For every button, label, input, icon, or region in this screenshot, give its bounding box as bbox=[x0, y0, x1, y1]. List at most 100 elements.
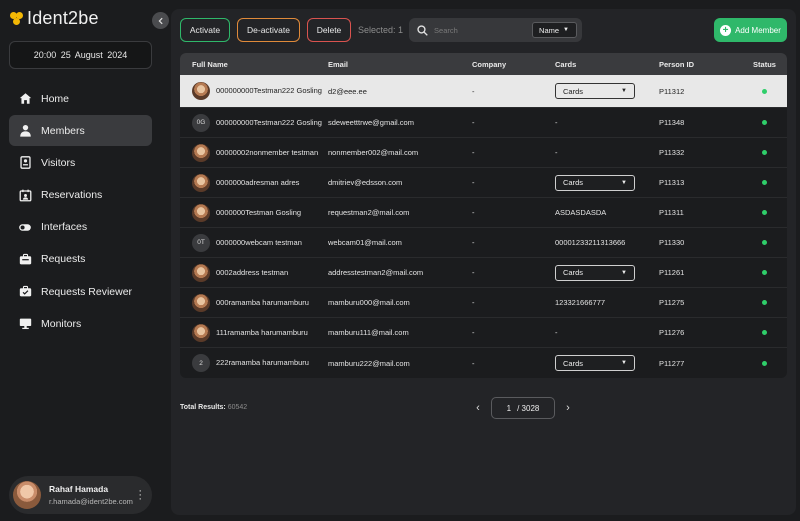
cell-cards: 123321666777 bbox=[555, 298, 659, 307]
table-row[interactable]: 2 222ramamba harumamburu mamburu222@mail… bbox=[180, 348, 787, 378]
cell-person-id: P11312 bbox=[659, 86, 685, 96]
sidebar-item-home[interactable]: Home bbox=[9, 83, 152, 114]
cell-person-id: P11261 bbox=[659, 268, 685, 277]
table-row[interactable]: 0T 0000000webcam testman webcam01@mail.c… bbox=[180, 228, 787, 258]
cell-full-name: 0000000adresman adres bbox=[180, 173, 328, 192]
table-row[interactable]: 000000000Testman222 Gosling d2@eee.ee - … bbox=[180, 75, 787, 108]
selected-count: Selected: 1 bbox=[358, 25, 404, 35]
cards-dropdown[interactable]: Cards ▼ bbox=[555, 83, 635, 99]
cell-status bbox=[742, 240, 787, 245]
sidebar-item-interfaces[interactable]: Interfaces bbox=[9, 212, 152, 243]
sidebar-item-members[interactable]: Members bbox=[9, 115, 152, 147]
members-panel: Activate De-activate Delete Selected: 1 … bbox=[171, 9, 796, 515]
cell-person-id: P11330 bbox=[659, 238, 685, 247]
cell-person-id: P11348 bbox=[659, 118, 685, 127]
collapse-sidebar-button[interactable] bbox=[152, 12, 169, 29]
activate-button[interactable]: Activate bbox=[180, 18, 230, 42]
cards-dropdown[interactable]: Cards ▼ bbox=[555, 355, 635, 371]
cards-value: 123321666777 bbox=[555, 298, 606, 307]
cell-status bbox=[742, 150, 787, 155]
avatar bbox=[192, 173, 210, 192]
cell-status bbox=[742, 120, 787, 125]
status-active-dot bbox=[762, 150, 767, 155]
cell-cards: Cards ▼ bbox=[555, 174, 659, 191]
add-member-button[interactable]: + Add Member bbox=[714, 18, 787, 42]
member-name: 0000000Testman Gosling bbox=[216, 207, 302, 217]
table-row[interactable]: 111ramamba harumamburu mamburu111@mail.c… bbox=[180, 318, 787, 348]
column-header-person-id[interactable]: Person ID bbox=[659, 60, 742, 69]
more-options-icon[interactable]: · · · bbox=[138, 486, 142, 505]
cell-email: addresstestman2@mail.com bbox=[328, 268, 424, 277]
cell-cards: - bbox=[555, 328, 659, 337]
cell-full-name: 000000000Testman222 Gosling bbox=[180, 82, 328, 100]
caret-down-icon: ▼ bbox=[621, 360, 627, 366]
cell-person-id: P11311 bbox=[659, 208, 684, 217]
avatar bbox=[192, 293, 210, 312]
member-name: 000ramamba harumamburu bbox=[216, 297, 309, 307]
user-email: r.hamada@ident2be.com bbox=[49, 497, 133, 506]
sidebar-item-visitors[interactable]: Visitors bbox=[9, 147, 152, 178]
cell-email: requestman2@mail.com bbox=[328, 208, 410, 217]
delete-button[interactable]: Delete bbox=[307, 18, 351, 42]
cell-company: - bbox=[472, 208, 475, 217]
cell-email: d2@eee.ee bbox=[328, 86, 367, 96]
sidebar-item-requests-reviewer[interactable]: Requests Reviewer bbox=[9, 276, 152, 307]
sidebar-item-label: Interfaces bbox=[41, 221, 88, 234]
cell-full-name: 0T 0000000webcam testman bbox=[180, 233, 328, 252]
cards-dropdown[interactable]: Cards ▼ bbox=[555, 174, 635, 191]
cell-full-name: 00000002nonmember testman bbox=[180, 143, 328, 162]
caret-down-icon: ▼ bbox=[621, 88, 627, 94]
cell-email: dmitriev@edsson.com bbox=[328, 178, 403, 187]
column-header-full-name[interactable]: Full Name bbox=[180, 60, 328, 69]
cards-dropdown[interactable]: Cards ▼ bbox=[555, 264, 635, 281]
total-pages: / 3028 bbox=[517, 403, 540, 413]
sidebar-item-label: Members bbox=[41, 124, 85, 137]
sidebar-item-label: Home bbox=[41, 92, 70, 105]
column-header-cards[interactable]: Cards bbox=[555, 60, 659, 69]
status-active-dot bbox=[762, 88, 767, 94]
next-page-button[interactable]: › bbox=[561, 402, 575, 414]
page-input[interactable]: 1 / 3028 bbox=[491, 397, 555, 419]
table-row[interactable]: 00000002nonmember testman nonmember002@m… bbox=[180, 138, 787, 168]
table-row[interactable]: 0000000adresman adres dmitriev@edsson.co… bbox=[180, 168, 787, 198]
avatar bbox=[192, 82, 210, 100]
cell-person-id: P11313 bbox=[659, 178, 685, 187]
cell-email: mamburu000@mail.com bbox=[328, 298, 410, 307]
column-header-status[interactable]: Status bbox=[742, 60, 787, 69]
toolbar: Activate De-activate Delete Selected: 1 … bbox=[180, 18, 583, 42]
person-icon bbox=[18, 124, 32, 138]
cell-company: - bbox=[472, 268, 475, 277]
deactivate-button[interactable]: De-activate bbox=[237, 18, 300, 42]
sidebar-item-reservations[interactable]: Reservations bbox=[9, 180, 152, 211]
sidebar: Ident2be 20:00 25 August 2024 Home Membe… bbox=[0, 0, 162, 521]
pagination: ‹ 1 / 3028 › bbox=[471, 397, 575, 419]
sidebar-item-monitors[interactable]: Monitors bbox=[9, 308, 152, 339]
cell-status bbox=[742, 210, 787, 215]
calendar-person-icon bbox=[18, 188, 32, 202]
search-icon bbox=[417, 24, 428, 36]
datetime-display: 20:00 25 August 2024 bbox=[9, 41, 152, 69]
column-header-email[interactable]: Email bbox=[328, 60, 472, 69]
cell-full-name: 0G 000000000Testman222 Gosling bbox=[180, 113, 328, 132]
members-table: Full Name Email Company Cards Person ID … bbox=[180, 53, 787, 378]
table-header: Full Name Email Company Cards Person ID … bbox=[180, 53, 787, 75]
search-input[interactable]: Search Name ▼ bbox=[409, 18, 583, 42]
table-row[interactable]: 0000000Testman Gosling requestman2@mail.… bbox=[180, 198, 787, 228]
column-header-company[interactable]: Company bbox=[472, 60, 555, 69]
prev-page-button[interactable]: ‹ bbox=[471, 402, 485, 414]
cell-status bbox=[742, 300, 787, 305]
sidebar-item-label: Requests Reviewer bbox=[41, 285, 133, 298]
user-profile-card[interactable]: Rahaf Hamada r.hamada@ident2be.com · · · bbox=[9, 476, 152, 514]
search-field-select[interactable]: Name ▼ bbox=[532, 22, 578, 38]
status-active-dot bbox=[762, 120, 767, 125]
cell-cards: - bbox=[555, 148, 659, 157]
table-row[interactable]: 0002address testman addresstestman2@mail… bbox=[180, 258, 787, 288]
sidebar-item-requests[interactable]: Requests bbox=[9, 244, 152, 275]
cards-dropdown-value: Cards bbox=[563, 86, 584, 96]
member-name: 222ramamba harumamburu bbox=[216, 358, 309, 367]
table-row[interactable]: 000ramamba harumamburu mamburu000@mail.c… bbox=[180, 288, 787, 318]
sidebar-item-label: Reservations bbox=[41, 189, 103, 202]
table-row[interactable]: 0G 000000000Testman222 Gosling sdeweettt… bbox=[180, 108, 787, 138]
cell-email: webcam01@mail.com bbox=[328, 238, 402, 247]
cell-person-id: P11276 bbox=[659, 328, 685, 337]
